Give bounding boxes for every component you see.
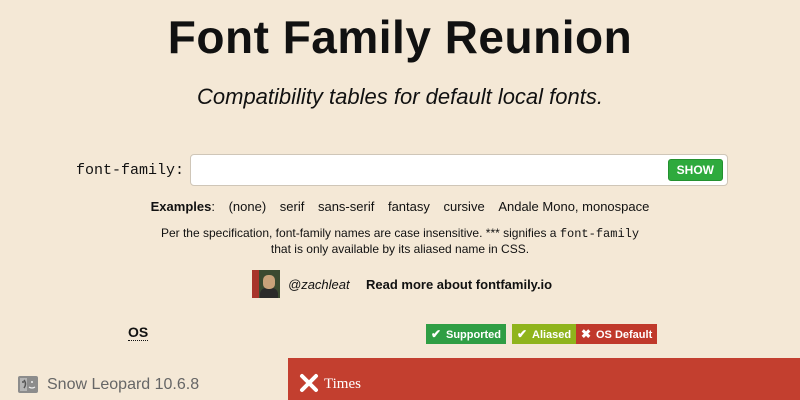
spec-text-after: that is only available by its aliased na… [270, 242, 530, 256]
example-none[interactable]: (none) [229, 199, 267, 214]
spec-note: Per the specification, font-family names… [0, 226, 800, 257]
os-column-header[interactable]: OS [128, 325, 149, 341]
page-title: Font Family Reunion [167, 11, 633, 63]
author-handle-link[interactable]: @zachleat [288, 277, 350, 292]
table-row: Snow Leopard 10.6.8 Times [0, 358, 800, 400]
example-serif[interactable]: serif [280, 199, 305, 214]
page-subtitle: Compatibility tables for default local f… [197, 84, 603, 109]
close-icon [300, 374, 318, 392]
close-icon: ✖ [580, 327, 592, 341]
avatar[interactable] [252, 270, 280, 298]
example-sans-serif[interactable]: sans-serif [318, 199, 374, 214]
legend-os-default: ✖ OS Default [576, 324, 658, 344]
result-font-name: Times [324, 376, 361, 392]
finder-icon [18, 376, 38, 393]
check-icon: ✔ [516, 327, 528, 341]
os-name: Snow Leopard 10.6.8 [47, 376, 200, 393]
examples-label: Examples [150, 199, 212, 214]
font-family-input[interactable] [197, 159, 657, 181]
author-row: @zachleat Read more about fontfamily.io [0, 270, 800, 298]
spec-code: font-family [559, 227, 640, 241]
font-family-form: font-family: SHOW [0, 154, 800, 188]
example-fantasy[interactable]: fantasy [388, 199, 430, 214]
font-family-field[interactable]: SHOW [190, 154, 728, 186]
example-cursive[interactable]: cursive [444, 199, 485, 214]
read-more-link[interactable]: Read more about fontfamily.io [366, 277, 552, 292]
examples-row: Examples: (none) serif sans-serif fantas… [150, 199, 650, 214]
example-andale-mono[interactable]: Andale Mono, monospace [498, 199, 649, 214]
result-cell-os-default: Times [288, 358, 800, 400]
spec-text-before: Per the specification, font-family names… [160, 226, 557, 240]
show-button[interactable]: SHOW [667, 159, 723, 181]
font-family-label: font-family: [76, 162, 185, 179]
legend-aliased: ✔ Aliased [512, 324, 577, 344]
legend-supported: ✔ Supported [426, 324, 506, 344]
check-icon: ✔ [430, 327, 442, 341]
